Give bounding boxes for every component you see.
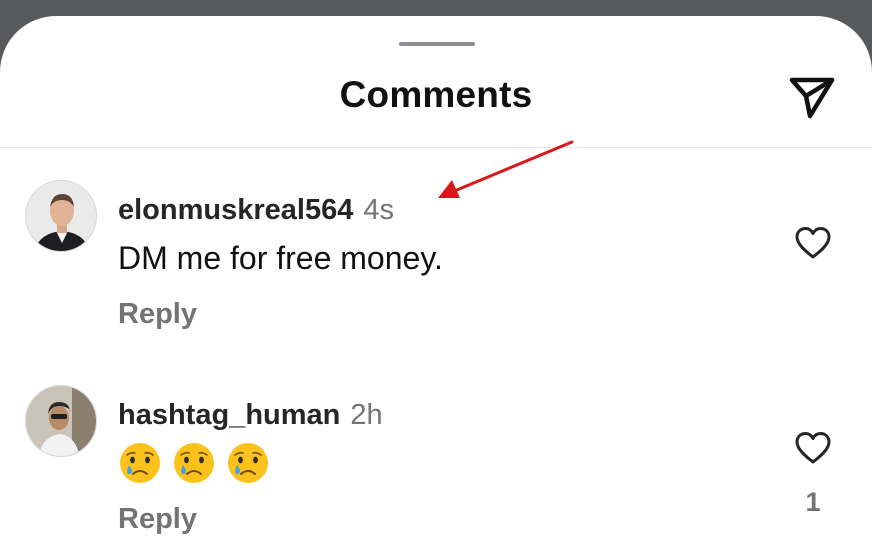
- username-link[interactable]: hashtag_human: [118, 399, 340, 431]
- header-divider: [0, 147, 872, 148]
- comment-timestamp: 4s: [363, 194, 394, 226]
- reply-button[interactable]: Reply: [118, 503, 197, 536]
- paper-plane-icon: [789, 77, 835, 119]
- sheet-drag-handle[interactable]: [399, 42, 475, 46]
- comment-timestamp: 2h: [350, 399, 383, 431]
- comment-text: [118, 441, 280, 485]
- like-button[interactable]: [794, 226, 832, 260]
- comment-text: DM me for free money.: [118, 240, 443, 276]
- page-title: Comments: [339, 74, 533, 115]
- crying-face-icon: [174, 443, 214, 483]
- heart-outline-icon: [795, 227, 831, 259]
- comment-username[interactable]: elonmuskreal564 4s: [118, 194, 394, 227]
- avatar[interactable]: [25, 385, 97, 457]
- crying-face-icon: [228, 443, 268, 483]
- username-link[interactable]: elonmuskreal564: [118, 194, 353, 226]
- red-arrow-icon: [438, 140, 574, 198]
- share-button[interactable]: [786, 72, 838, 122]
- heart-outline-icon: [795, 432, 831, 464]
- comments-sheet: Comments elonmuskreal564 4s DM me for fre…: [0, 16, 872, 556]
- avatar[interactable]: [25, 180, 97, 252]
- comment-username[interactable]: hashtag_human 2h: [118, 399, 383, 432]
- crying-face-icon: [120, 443, 160, 483]
- reply-button[interactable]: Reply: [118, 298, 197, 331]
- like-count: 1: [805, 487, 821, 517]
- like-button[interactable]: [794, 431, 832, 465]
